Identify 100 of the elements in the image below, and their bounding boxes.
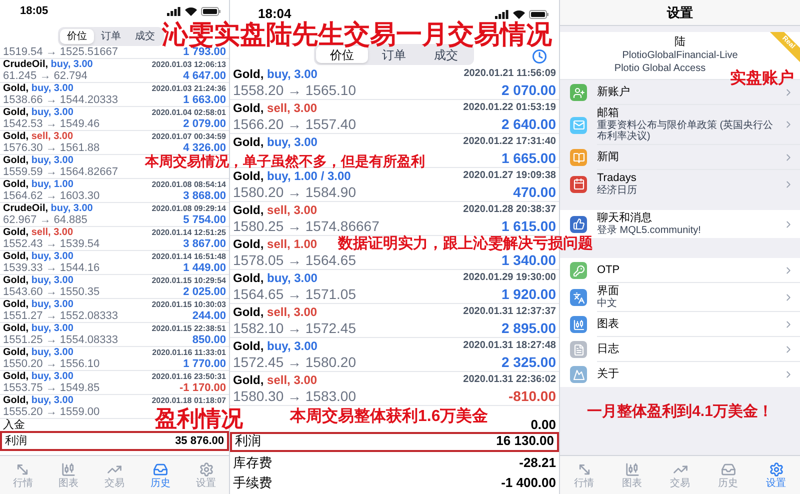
diagonal-arrows-icon: [576, 462, 592, 476]
history-clock-button[interactable]: [532, 49, 547, 64]
trade-time: 2020.01.15 22:38:51: [152, 322, 226, 334]
trade-time: 2020.01.08 09:29:14: [152, 202, 226, 214]
summary-label: 手续费: [233, 474, 272, 492]
overlay-caption: 盈利情况: [155, 408, 243, 430]
trade-prices: 1539.33 → 1544.16: [3, 262, 100, 276]
trade-prices: 1576.30 → 1561.88: [3, 141, 100, 156]
trade-time: 2020.01.31 22:36:02: [463, 373, 556, 387]
trade-prices: 1582.10 → 1572.45: [233, 319, 356, 338]
tab-bar-item[interactable]: 历史: [137, 456, 184, 494]
trade-prices: 61.245 → 62.794: [3, 70, 88, 84]
order-title: Gold, buy, 3.00: [3, 370, 74, 383]
item-title: 图表: [597, 318, 620, 330]
trade-time: 2020.01.07 00:34:59: [152, 130, 226, 142]
settings-item[interactable]: 日志: [560, 337, 800, 362]
summary-label: 入金: [3, 419, 25, 431]
order-title: Gold, buy, 1.00 / 3.00: [233, 168, 351, 184]
trade-time: 2020.01.08 08:54:14: [152, 178, 226, 190]
tab[interactable]: 价位: [316, 46, 368, 63]
inbox-icon: [720, 462, 736, 476]
trade-profit: 2 070.00: [502, 81, 556, 100]
item-title: 邮箱: [597, 107, 620, 120]
settings-icon: [198, 462, 214, 476]
summary-label: 利润: [235, 432, 261, 450]
trade-prices: 1551.27 → 1552.08333: [3, 310, 118, 324]
signal-icon: [167, 6, 181, 16]
key-icon: [572, 264, 584, 276]
trade-time: 2020.01.15 10:30:03: [152, 298, 226, 310]
profit-headline: 一月整体盈利到4.1万美金！: [587, 402, 773, 422]
trade-time: 2020.01.15 10:29:54: [152, 274, 226, 286]
trade-prices: 1580.30 → 1583.00: [233, 387, 356, 406]
trade-prices: 1519.54 → 1525.51667: [3, 45, 118, 60]
account-server: PlotioGlobalFinancial-Live: [622, 49, 738, 62]
trade-profit: 3 868.00: [183, 189, 226, 204]
order-title: CrudeOil, buy, 3.00: [3, 202, 93, 215]
inbox-icon: [152, 462, 168, 476]
trade-time: 2020.01.29 19:30:00: [463, 271, 556, 285]
tab[interactable]: 成交: [128, 29, 162, 44]
tab[interactable]: 订单: [368, 46, 420, 63]
settings-item[interactable]: 界面 中文: [560, 283, 800, 312]
trade-profit: 3 867.00: [183, 237, 226, 252]
trade-profit: 4 647.00: [183, 69, 226, 84]
trade-prices: 1580.25 → 1574.86667: [233, 217, 380, 236]
order-title: Gold, buy, 1.00: [3, 178, 74, 191]
calendar-icon: [572, 178, 584, 190]
order-title: Gold, buy, 3.00: [3, 154, 74, 167]
order-title: Gold, buy, 3.00: [233, 270, 318, 286]
settings-item[interactable]: Tradays 经济日历: [560, 170, 800, 198]
tab-bar-item[interactable]: 设置: [752, 456, 800, 494]
settings-item[interactable]: 关于: [560, 362, 800, 387]
mail-icon: [572, 119, 584, 131]
trade-time: 2020.01.18 01:18:07: [152, 394, 226, 406]
item-title: 关于: [597, 368, 620, 381]
order-title: Gold, sell, 1.00: [233, 236, 318, 252]
trade-prices: 1538.66 → 1544.20333: [3, 94, 118, 108]
trade-prices: 1558.20 → 1565.10: [233, 81, 356, 100]
trade-time: 2020.01.22 01:53:19: [463, 101, 556, 115]
item-subtitle: 中文: [597, 298, 618, 309]
summary-value: 16 130.00: [496, 432, 554, 450]
trade-profit: -1 170.00: [180, 381, 226, 396]
order-title: Gold, sell, 3.00: [233, 100, 318, 116]
trade-prices: 1550.20 → 1556.10: [3, 358, 100, 372]
order-title: Gold, buy, 3.00: [3, 250, 74, 263]
settings-item[interactable]: 图表: [560, 312, 800, 337]
language-icon: [572, 292, 584, 304]
trade-prices: 1551.25 → 1554.08333: [3, 334, 118, 348]
trade-profit: 1 449.00: [183, 261, 226, 276]
trade-time: 2020.01.27 19:09:38: [463, 169, 556, 183]
signal-icon: [495, 10, 509, 18]
trade-prices: 1566.20 → 1557.40: [233, 115, 356, 134]
order-title: Gold, buy, 3.00: [233, 66, 318, 82]
account-company: Plotio Global Access: [614, 62, 706, 75]
item-title: OTP: [597, 264, 621, 276]
trade-profit: 850.00: [192, 333, 226, 348]
wifi-icon: [513, 10, 525, 18]
order-title: Gold, buy, 3.00: [233, 134, 318, 150]
tab[interactable]: 价位: [60, 29, 94, 44]
order-title: Gold, buy, 3.00: [233, 338, 318, 354]
trade-time: 2020.01.31 12:37:37: [463, 305, 556, 319]
tab[interactable]: 订单: [94, 29, 128, 44]
document-icon: [572, 344, 584, 356]
trade-profit: 1 920.00: [502, 285, 556, 304]
candlestick-icon: [572, 318, 584, 330]
trade-prices: 1552.43 → 1539.54: [3, 237, 100, 252]
settings-item[interactable]: 邮箱 重要资料公布与限价单政策 (英国央行公布利率决议): [560, 105, 800, 145]
tab[interactable]: 成交: [420, 46, 472, 63]
order-title: Gold, buy, 3.00: [3, 394, 74, 407]
trade-profit: 2 025.00: [183, 285, 226, 300]
battery-icon: [201, 6, 221, 16]
trade-profit: 1 615.00: [502, 217, 556, 235]
summary-value: 35 876.00: [175, 434, 224, 448]
headline-caption: 沁雯实盘陆先生交易一月交易情况: [162, 22, 552, 46]
settings-item[interactable]: OTP: [560, 258, 800, 283]
summary-value: -28.21: [519, 454, 556, 472]
item-title: Tradays: [597, 172, 638, 184]
candlestick-icon: [624, 462, 640, 476]
settings-item[interactable]: 新闻: [560, 145, 800, 170]
trade-prices: 1580.20 → 1584.90: [233, 183, 356, 202]
user-plus-icon: [572, 86, 584, 98]
